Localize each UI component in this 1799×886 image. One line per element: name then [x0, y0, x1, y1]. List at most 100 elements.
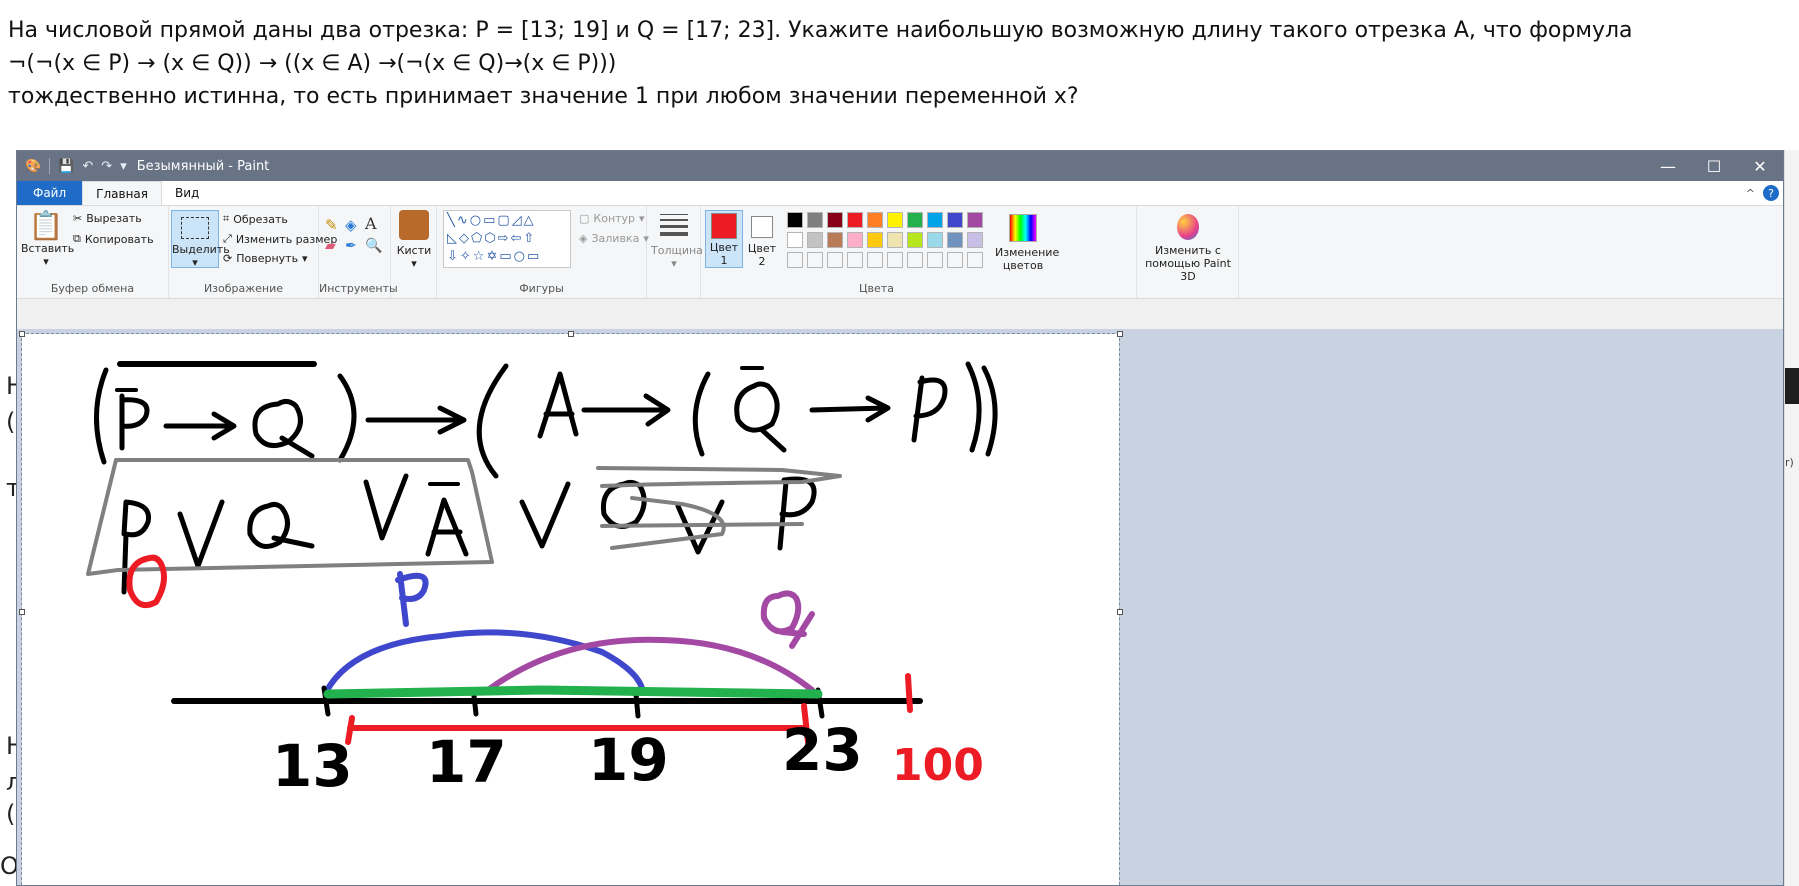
paste-button[interactable]: 📋 Вставить ▾	[21, 210, 75, 269]
tick-label-100: 100	[892, 740, 984, 791]
color-picker-icon[interactable]: ✒	[345, 238, 357, 254]
palette-swatch[interactable]	[827, 252, 843, 268]
palette-swatch[interactable]	[867, 252, 883, 268]
palette-swatch[interactable]	[907, 252, 923, 268]
save-icon[interactable]: 💾	[58, 159, 74, 174]
label-q-purple	[760, 590, 815, 649]
edit-colors-button[interactable]: Изменение цветов	[995, 210, 1059, 272]
palette-swatch[interactable]	[947, 232, 963, 248]
pencil-icon[interactable]: ✎	[325, 216, 338, 234]
shapes-group-label: Фигуры	[519, 282, 564, 295]
palette-swatch[interactable]	[887, 252, 903, 268]
palette-swatch[interactable]	[887, 212, 903, 228]
letter-q-1	[252, 398, 315, 459]
palette-swatch[interactable]	[967, 232, 983, 248]
shapes-gallery[interactable]: ╲∿○▭▢◿△ ◺◇⬠⬡⇨⇦⇧ ⇩✧☆✡▭○▭	[443, 210, 571, 268]
problem-formula: ¬(¬(x ∈ P) → (x ∈ Q)) → ((x ∈ A) →(¬(x ∈…	[8, 51, 617, 76]
palette-swatch[interactable]	[807, 232, 823, 248]
palette-swatch[interactable]	[907, 212, 923, 228]
customize-qa-icon[interactable]: ▾	[120, 159, 127, 174]
chevron-down-icon: ▾	[639, 212, 645, 225]
crop-button[interactable]: ⌗ Обрезать	[223, 212, 288, 226]
eraser-icon[interactable]: ▰	[325, 238, 336, 254]
outline-label: Контур	[593, 212, 636, 225]
palette-swatch[interactable]	[927, 212, 943, 228]
palette-swatch[interactable]	[867, 232, 883, 248]
tick-label-13: 13	[272, 732, 353, 800]
close-button[interactable]: ✕	[1737, 157, 1783, 176]
select-button[interactable]: Выделить ▾	[171, 210, 230, 269]
palette-swatch[interactable]	[807, 252, 823, 268]
palette-swatch[interactable]	[807, 212, 823, 228]
brush-icon	[399, 210, 429, 240]
palette-swatch[interactable]	[847, 252, 863, 268]
letter-q-2	[734, 381, 787, 453]
letter-a-2	[425, 497, 469, 557]
color2-button[interactable]: Цвет 2	[745, 210, 779, 268]
color1-button[interactable]: Цвет 1	[705, 210, 743, 268]
bg-fragment-paren: (	[6, 408, 16, 436]
undo-icon[interactable]: ↶	[82, 159, 93, 174]
collapse-ribbon-icon[interactable]: ^	[1746, 187, 1755, 200]
arc-q	[485, 636, 815, 693]
group-tools: ✎ ◈ A ▰ ✒ 🔍 Инструменты	[319, 206, 398, 298]
palette-swatch[interactable]	[827, 212, 843, 228]
chevron-down-icon: ▾	[43, 255, 49, 268]
drawing-svg: 13 17 19 23 100	[86, 361, 998, 800]
palette-swatch[interactable]	[847, 212, 863, 228]
tab-home[interactable]: Главная	[82, 181, 162, 205]
cut-button[interactable]: ✂ Вырезать	[73, 212, 142, 225]
palette-swatch[interactable]	[827, 232, 843, 248]
maximize-button[interactable]: ☐	[1691, 157, 1737, 176]
paint3d-button[interactable]: Изменить с помощью Paint 3D	[1141, 210, 1235, 283]
line-width-icon	[660, 214, 688, 236]
palette-swatch[interactable]	[907, 232, 923, 248]
minimize-button[interactable]: —	[1645, 157, 1691, 176]
fill-icon[interactable]: ◈	[345, 216, 357, 234]
palette-swatch[interactable]	[787, 232, 803, 248]
bg-fragment-r: r)	[1785, 456, 1794, 469]
text-icon[interactable]: A	[365, 214, 377, 233]
redo-icon[interactable]: ↷	[101, 159, 112, 174]
palette-swatch[interactable]	[847, 232, 863, 248]
letter-p-2	[911, 375, 948, 443]
palette-swatch[interactable]	[867, 212, 883, 228]
chevron-down-icon: ▾	[671, 257, 677, 270]
group-clipboard: 📋 Вставить ▾ ✂ Вырезать ⧉ Копировать Буфер…	[17, 206, 169, 298]
paren-open	[94, 367, 109, 465]
palette-swatch[interactable]	[787, 212, 803, 228]
letter-q-3	[247, 501, 315, 549]
copy-button[interactable]: ⧉ Копировать	[73, 232, 154, 246]
group-shapes: ╲∿○▭▢◿△ ◺◇⬠⬡⇨⇦⇧ ⇩✧☆✡▭○▭ ▢ Контур ▾ ◈ Заливк…	[437, 206, 649, 298]
palette-swatch[interactable]	[927, 252, 943, 268]
fill-shape-button[interactable]: ◈ Заливка ▾	[579, 232, 649, 245]
resize-handle-top[interactable]	[568, 331, 574, 337]
palette-swatch[interactable]	[947, 252, 963, 268]
palette-swatch[interactable]	[967, 252, 983, 268]
size-button[interactable]: Толщина ▾	[651, 210, 703, 270]
brushes-button[interactable]: Кисти ▾	[393, 210, 435, 270]
resize-handle-tl[interactable]	[19, 331, 25, 337]
magnifier-icon[interactable]: 🔍	[365, 238, 382, 254]
tab-file[interactable]: Файл	[17, 181, 83, 205]
palette-swatch[interactable]	[927, 232, 943, 248]
outline-button[interactable]: ▢ Контур ▾	[579, 212, 645, 225]
qa-separator	[49, 158, 51, 174]
palette-swatch[interactable]	[887, 232, 903, 248]
rotate-button[interactable]: ⟳ Повернуть ▾	[223, 252, 308, 265]
arc-p	[323, 629, 645, 695]
resize-handle-left[interactable]	[19, 609, 25, 615]
resize-handle-tr[interactable]	[1117, 331, 1123, 337]
paste-label: Вставить	[21, 242, 75, 255]
resize-handle-right[interactable]	[1117, 609, 1123, 615]
fill-label: Заливка	[591, 232, 640, 245]
palette-swatch[interactable]	[787, 252, 803, 268]
shapes-row-2: ◺◇⬠⬡⇨⇦⇧	[447, 231, 537, 246]
palette-swatch[interactable]	[967, 212, 983, 228]
palette-swatch[interactable]	[947, 212, 963, 228]
tab-view[interactable]: Вид	[162, 181, 212, 205]
color-spectrum-icon	[1009, 214, 1037, 242]
help-icon[interactable]: ?	[1763, 185, 1779, 201]
paint-app-icon[interactable]: 🎨	[25, 159, 41, 174]
drawing-canvas[interactable]: 13 17 19 23 100	[21, 333, 1120, 885]
